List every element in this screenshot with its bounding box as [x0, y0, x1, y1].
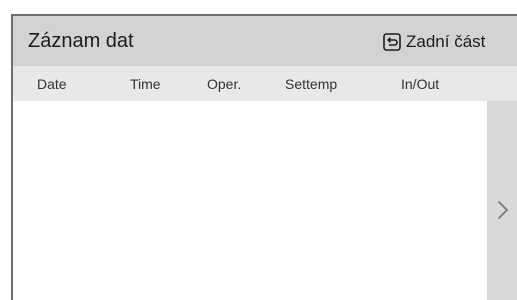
header-bar: Záznam dat Zadní část	[13, 16, 517, 66]
page-title: Záznam dat	[28, 30, 134, 52]
next-page-button[interactable]	[487, 101, 517, 300]
column-header-date: Date	[37, 76, 67, 92]
column-header-row: Date Time Oper. Settemp In/Out	[13, 66, 517, 101]
record-list	[13, 101, 487, 300]
column-header-settemp: Settemp	[285, 76, 338, 92]
back-button-label: Zadní část	[406, 32, 486, 51]
column-header-time: Time	[130, 76, 161, 92]
return-arrow-icon	[383, 33, 401, 51]
chevron-right-icon	[498, 201, 508, 219]
data-record-screen: Záznam dat Zadní část Date Time Oper. Se…	[11, 14, 517, 300]
back-button[interactable]: Zadní část	[383, 30, 485, 54]
column-header-operation: Oper.	[207, 76, 242, 92]
column-header-in-out: In/Out	[401, 76, 440, 92]
